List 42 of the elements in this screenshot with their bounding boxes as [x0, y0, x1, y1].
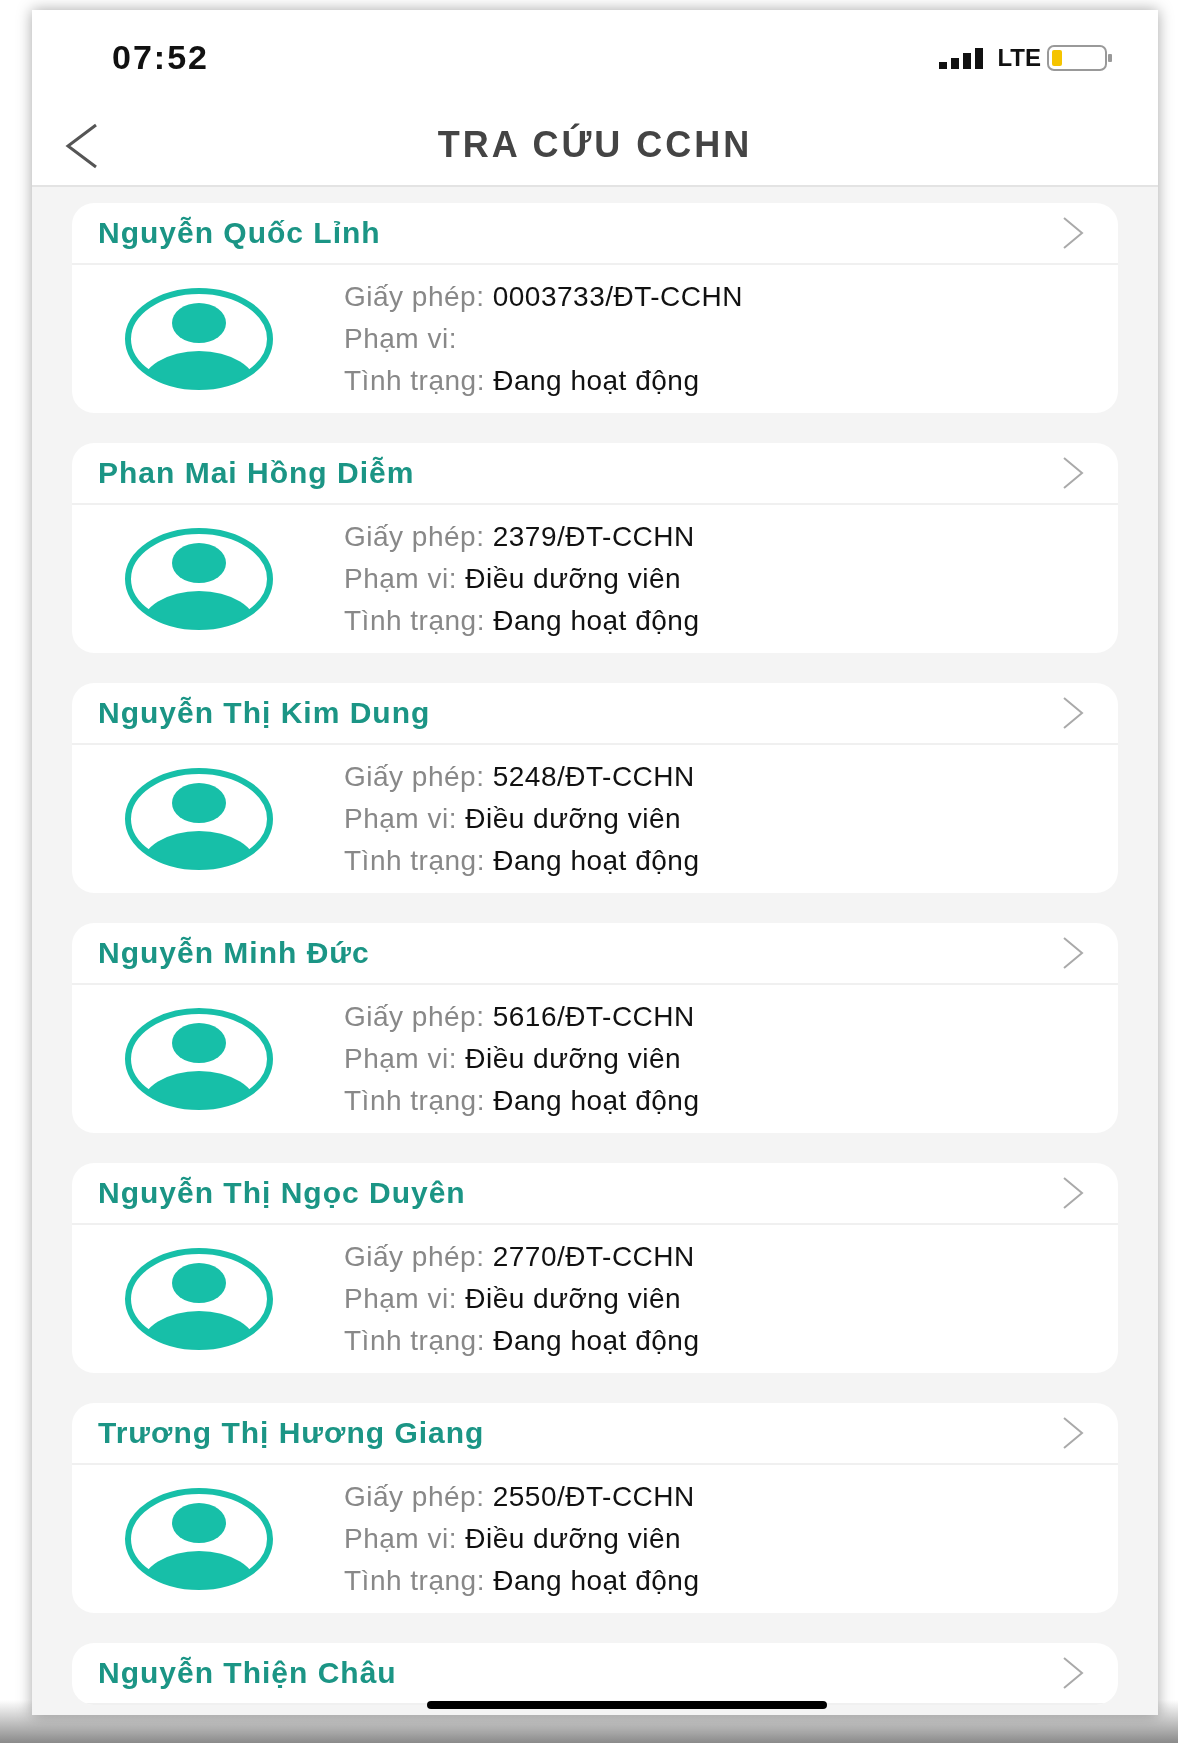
info-line: Tình trạng: Đang hoạt động: [344, 1325, 700, 1357]
info-line: Giấy phép: 0003733/ĐT-CCHN: [344, 281, 743, 313]
person-name: Trương Thị Hương Giang: [98, 1416, 485, 1450]
info-line: Phạm vi: Điều dưỡng viên: [344, 1283, 683, 1315]
battery-icon: [1047, 44, 1113, 71]
person-name: Nguyễn Minh Đức: [98, 936, 370, 970]
person-name: Phan Mai Hồng Diễm: [98, 456, 415, 490]
person-name: Nguyễn Thiện Châu: [98, 1656, 397, 1690]
info-line: Giấy phép: 2770/ĐT-CCHN: [344, 1241, 696, 1273]
chevron-right-icon[interactable]: [1062, 1416, 1084, 1450]
info-line: Phạm vi:: [344, 323, 458, 355]
info-line: Giấy phép: 2379/ĐT-CCHN: [344, 521, 696, 553]
status-time: 07:52: [112, 38, 209, 77]
info-line: Tình trạng: Đang hoạt động: [344, 1085, 700, 1117]
avatar-icon: [124, 527, 274, 631]
info-line: Tình trạng: Đang hoạt động: [344, 845, 700, 877]
chevron-right-icon[interactable]: [1062, 696, 1084, 730]
page-title: TRA CỨU CCHN: [437, 124, 753, 166]
chevron-right-icon[interactable]: [1062, 936, 1084, 970]
avatar-icon: [124, 1007, 274, 1111]
info-line: Phạm vi: Điều dưỡng viên: [344, 803, 683, 835]
info-line: Giấy phép: 2550/ĐT-CCHN: [344, 1481, 696, 1513]
person-name: Nguyễn Thị Kim Dung: [98, 696, 431, 730]
chevron-right-icon[interactable]: [1062, 456, 1084, 490]
info-line: Tình trạng: Đang hoạt động: [344, 365, 701, 397]
info-line: Phạm vi: Điều dưỡng viên: [344, 563, 683, 595]
person-name: Nguyễn Thị Ngọc Duyên: [98, 1176, 466, 1210]
info-line: Tình trạng: Đang hoạt động: [344, 1565, 700, 1597]
avatar-icon: [124, 1247, 274, 1351]
info-line: Tình trạng: Đang hoạt động: [344, 605, 700, 637]
avatar-icon: [124, 1487, 274, 1591]
info-line: Giấy phép: 5616/ĐT-CCHN: [344, 1001, 696, 1033]
info-line: Phạm vi: Điều dưỡng viên: [344, 1523, 683, 1555]
chevron-right-icon[interactable]: [1062, 216, 1084, 250]
chevron-right-icon[interactable]: [1062, 1176, 1084, 1210]
network-label: LTE: [997, 43, 1041, 72]
avatar-icon: [124, 767, 274, 871]
chevron-right-icon[interactable]: [1062, 1656, 1084, 1690]
info-line: Giấy phép: 5248/ĐT-CCHN: [344, 761, 696, 793]
avatar-icon: [124, 287, 274, 391]
info-line: Phạm vi: Điều dưỡng viên: [344, 1043, 683, 1075]
person-name: Nguyễn Quốc Lỉnh: [98, 216, 381, 250]
